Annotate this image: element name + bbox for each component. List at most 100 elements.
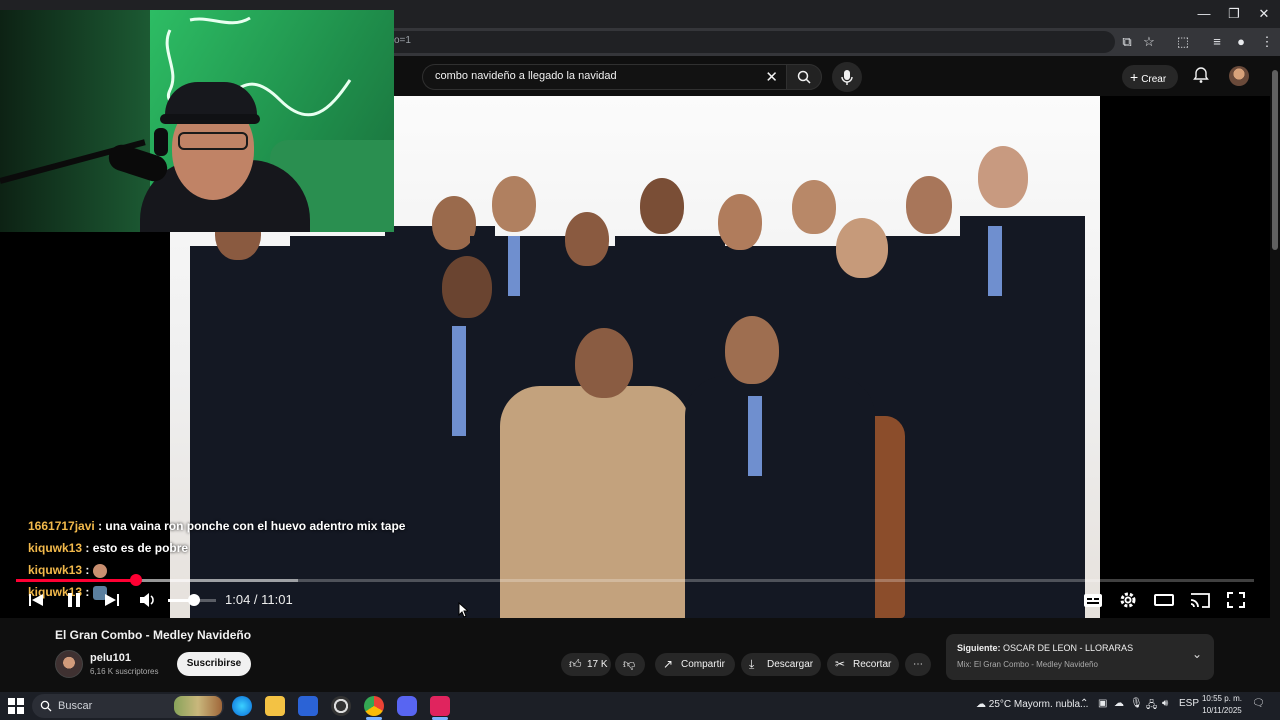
chevron-up-icon[interactable]: ⌃ [1080, 698, 1088, 709]
onedrive-icon[interactable]: ☁ [1114, 698, 1124, 709]
volume-icon[interactable] [138, 588, 158, 612]
cloud-icon: ☁ [976, 699, 986, 710]
search-button[interactable] [786, 64, 822, 90]
tiktok-icon[interactable] [430, 696, 450, 716]
microsoft-store-icon[interactable] [298, 696, 318, 716]
thumbs-down-icon: 👎︎ [623, 657, 636, 671]
like-count: 17 K [587, 659, 608, 670]
create-label: Crear [1141, 74, 1167, 85]
create-button[interactable]: + Crear [1122, 65, 1178, 89]
download-button[interactable]: ⤓ Descargar [741, 653, 821, 676]
pause-icon[interactable] [64, 588, 84, 612]
subscribe-button[interactable]: Suscribirse [177, 652, 251, 676]
clip-button[interactable]: ✂ Recortar [827, 653, 899, 676]
channel-name[interactable]: pelu101 [90, 652, 131, 664]
install-app-icon[interactable]: ⧉ [1118, 33, 1136, 51]
chat-message: 1661717javi : una vaina ron ponche con e… [28, 519, 405, 533]
up-next-mix: Mix: El Gran Combo - Medley Navideño [957, 660, 1098, 669]
minimize-icon[interactable]: — [1189, 4, 1219, 24]
chat-message: kiquwk13 : esto es de pobre [28, 541, 188, 555]
theater-mode-icon[interactable] [1154, 588, 1174, 612]
account-avatar[interactable] [1229, 66, 1249, 86]
plus-icon: + [1130, 69, 1139, 85]
chat-text: : esto es de pobre [85, 541, 189, 555]
video-title: El Gran Combo - Medley Navideño [55, 628, 252, 642]
progress-bar[interactable] [16, 579, 1254, 582]
share-icon: ↗ [663, 657, 674, 671]
close-window-icon[interactable]: ✕ [1249, 4, 1279, 24]
up-next-title: Siguiente: OSCAR DE LEON - LLORARAS [957, 643, 1133, 653]
clear-search-icon[interactable]: ✕ [765, 68, 778, 86]
more-horizontal-icon: ⋯ [913, 659, 923, 670]
subscriber-count: 6,16 K suscriptores [90, 667, 159, 676]
scrollbar-thumb[interactable] [1272, 70, 1278, 250]
settings-gear-icon[interactable] [1118, 588, 1138, 612]
next-icon[interactable] [104, 588, 120, 612]
chat-username: kiquwk13 [28, 563, 83, 577]
speaker-icon[interactable]: 🔊︎ [1162, 698, 1168, 709]
search-icon [797, 70, 811, 84]
edge-icon[interactable] [232, 696, 252, 716]
mouse-cursor-icon [458, 602, 468, 618]
chat-text: : una vaina ron ponche con el huevo aden… [98, 519, 406, 533]
channel-avatar[interactable] [55, 650, 83, 678]
extensions-icon[interactable]: ⬚ [1174, 33, 1192, 51]
share-label: Compartir [681, 659, 725, 670]
address-bar[interactable]: o=1 [380, 31, 1115, 53]
cast-icon[interactable] [1189, 588, 1211, 612]
notifications-bell-icon[interactable] [1192, 66, 1210, 84]
file-explorer-icon[interactable] [265, 696, 285, 716]
windows-start-icon[interactable] [8, 698, 24, 714]
emote-icon [92, 563, 107, 578]
bookmark-star-icon[interactable]: ☆ [1140, 33, 1158, 51]
chat-text: : [85, 563, 90, 577]
clip-label: Recortar [853, 659, 892, 670]
search-highlight-image [174, 696, 222, 716]
tray-app-icon[interactable]: ▣ [1098, 698, 1107, 709]
webcam-overlay [0, 10, 394, 232]
taskbar-search[interactable]: Buscar [32, 694, 224, 718]
search-query: combo navideño a llegado la navidad [435, 70, 617, 82]
restore-icon[interactable]: ❐ [1219, 4, 1249, 24]
discord-icon[interactable] [397, 696, 417, 716]
taskbar-search-placeholder: Buscar [58, 700, 93, 712]
language-indicator[interactable]: ESP [1179, 698, 1199, 709]
chat-username: 1661717javi [28, 519, 95, 533]
download-icon: ⤓ [749, 657, 755, 671]
page-scrollbar[interactable] [1270, 56, 1280, 692]
weather-text: 25°C Mayorm. nubla... [988, 699, 1089, 710]
dislike-button[interactable]: 👎︎ [615, 653, 645, 676]
chat-text: : [85, 585, 90, 599]
up-next-panel[interactable]: Siguiente: OSCAR DE LEON - LLORARAS Mix:… [946, 634, 1214, 680]
microphone-tray-icon[interactable]: 🎙︎ [1130, 698, 1143, 709]
time-display: 1:04 / 11:01 [225, 592, 293, 607]
chevron-down-icon[interactable]: ⌄ [1192, 647, 1202, 661]
like-button[interactable]: 👍︎ 17 K [561, 653, 611, 676]
clock-time: 10:55 p. m. [1201, 694, 1243, 703]
obs-icon[interactable] [331, 696, 351, 716]
played-bar [16, 579, 137, 582]
chat-message: kiquwk13 : [28, 563, 107, 578]
clock[interactable]: 10:55 p. m. 10/11/2025 [1201, 693, 1243, 717]
browser-menu-icon[interactable]: ⋮ [1258, 33, 1276, 51]
subtitles-icon[interactable] [1083, 588, 1103, 612]
media-controls-icon[interactable]: ≡ [1208, 33, 1226, 51]
fullscreen-icon[interactable] [1226, 588, 1246, 612]
profile-icon[interactable]: ● [1232, 33, 1250, 51]
network-icon[interactable]: 🖧︎ [1146, 698, 1157, 715]
share-button[interactable]: ↗ Compartir [655, 653, 735, 676]
progress-scrubber[interactable] [130, 574, 143, 586]
more-actions-button[interactable]: ⋯ [905, 653, 931, 676]
up-next-label: Siguiente: [957, 643, 1001, 653]
previous-icon[interactable] [28, 588, 44, 612]
up-next-video: OSCAR DE LEON - LLORARAS [1003, 643, 1134, 653]
weather-widget[interactable]: ☁ 25°C Mayorm. nubla... [976, 699, 1088, 710]
clock-date: 10/11/2025 [1202, 706, 1242, 715]
notifications-icon[interactable]: 🗨︎ [1252, 698, 1265, 709]
voice-search-button[interactable] [832, 62, 862, 92]
download-label: Descargar [767, 659, 814, 670]
chrome-icon[interactable] [364, 696, 384, 716]
screen: — ❐ ✕ o=1 ⧉ ☆ ⬚ ≡ ● ⋮ combo navideño a l… [0, 0, 1280, 720]
taskbar: Buscar ☁ 25°C Mayorm. nubla... ⌃ ▣ ☁ 🎙︎ … [0, 692, 1280, 720]
search-input[interactable]: combo navideño a llegado la navidad ✕ [422, 64, 786, 90]
